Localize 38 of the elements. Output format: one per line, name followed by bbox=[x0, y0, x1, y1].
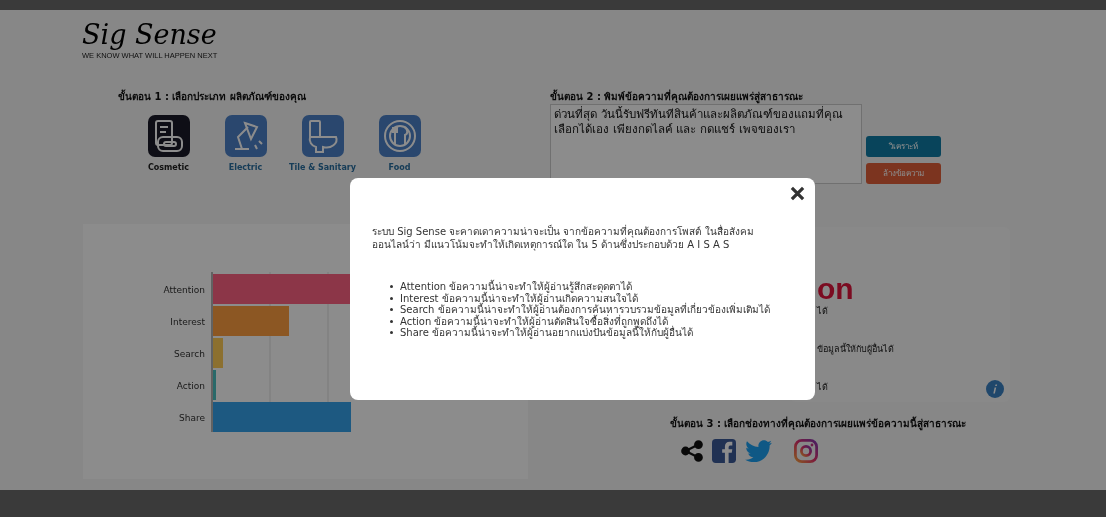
category-label: Electric bbox=[228, 163, 263, 172]
lamp-icon[interactable] bbox=[224, 115, 267, 157]
clear-button[interactable]: ล้างข้อความ bbox=[866, 163, 941, 184]
step-heading: ขั้นตอน 1 : เลือกประเภท ผลิตภัณฑ์ของคุณ bbox=[118, 90, 306, 104]
result-text: ได้ bbox=[817, 381, 828, 394]
list-item: Search ข้อความนี้น่าจะทำให้ผู้อ่านต้องการค้นหารวบรวมข้อมูลที่เกี่ยวข้องเพิ่มเติมได้ bbox=[400, 304, 770, 316]
category-label: Cosmetic bbox=[147, 163, 190, 172]
camera-icon[interactable] bbox=[794, 439, 818, 463]
message-field[interactable]: ด่วนที่สุด วันนี้รับฟรีทันทีสินค้าและผลิตภัณฑ์ของแถมที่คุณ เลือกได้เอง เพียงกดไลค์ และ กดแชร์ เพจของเรา bbox=[550, 104, 862, 184]
category-label: Food bbox=[388, 163, 411, 172]
result-text: ได้ bbox=[817, 305, 828, 318]
share-icon[interactable] bbox=[680, 439, 704, 463]
chart-bar bbox=[213, 338, 223, 368]
step-heading: ขั้นตอน 2 : พิมพ์ข้อความที่คุณต้องการเผยแพร่สู่สาธารณะ bbox=[550, 90, 804, 104]
result-text: ข้อมูลนี้ให้กับผู้อื่นได้ bbox=[817, 342, 894, 356]
category-label: Tile & Sanitary bbox=[289, 163, 356, 172]
plate-icon[interactable] bbox=[378, 115, 421, 157]
list-item: Attention ข้อความนี้น่าจะทำให้ผู้อ่านรู้สึกสะดุดตาได้ bbox=[400, 281, 633, 293]
analyze-button[interactable]: วิเคราะห์ bbox=[866, 136, 941, 157]
cosmetic-icon[interactable] bbox=[147, 115, 190, 157]
close-icon[interactable] bbox=[790, 186, 805, 201]
info-icon[interactable] bbox=[986, 380, 1004, 398]
dialog-text: ระบบ Sig Sense จะคาดเดาความน่าจะเป็น จากข้อความที่คุณต้องการโพสต์ ในสื่อสังคมออนไลน์ว่า มีแนวโน้มจะทำให้เกิดเหตุการณ์ใด ใน 5 ด้านซึ่งประกอบด้วย A I S A S bbox=[372, 225, 755, 251]
step-heading: ขั้นตอน 3 : เลือกช่องทางที่คุณต้องการเผยแพร่ข้อความนี้สู่สาธารณะ bbox=[670, 417, 967, 431]
list-item: Action ข้อความนี้น่าจะทำให้ผู้อ่านตัดสินใจซื้อสิ่งที่ถูกพูดถึงได้ bbox=[400, 315, 669, 327]
bullet-icon bbox=[390, 331, 393, 335]
bullet-icon bbox=[390, 308, 393, 312]
logo-text: Sig Sense bbox=[82, 20, 217, 50]
bird-icon[interactable] bbox=[744, 439, 774, 463]
list-item: Interest ข้อความนี้น่าจะทำให้ผู้อ่านเกิดความสนใจได้ bbox=[400, 292, 638, 304]
bullet-icon bbox=[390, 319, 393, 323]
toilet-icon[interactable] bbox=[301, 115, 344, 157]
bullet-icon bbox=[390, 296, 393, 300]
chart-bar bbox=[213, 370, 216, 400]
bullet-icon bbox=[390, 285, 393, 289]
result-title: on bbox=[817, 275, 854, 303]
facebook-icon[interactable] bbox=[712, 439, 736, 463]
list-item: Share ข้อความนี้น่าจะทำให้ผู้อ่านอยากแบ่งปันข้อมูลนี้ให้กับผู้อื่นได้ bbox=[400, 327, 694, 339]
